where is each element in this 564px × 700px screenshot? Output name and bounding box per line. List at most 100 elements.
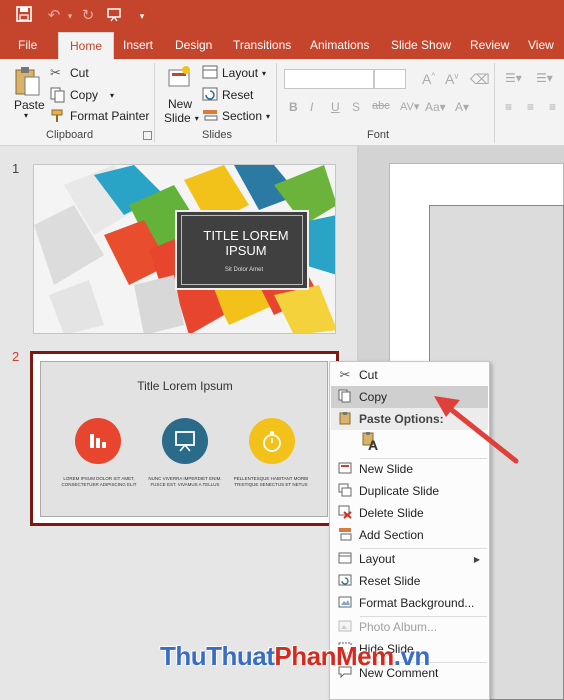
underline-icon[interactable]: U	[331, 100, 340, 114]
copy-dropdown-icon[interactable]: ▾	[110, 91, 114, 100]
title-bar: ↶ ▾ ↻ ▾	[0, 0, 564, 32]
menu-item-format-background[interactable]: Format Background...	[331, 592, 488, 614]
section-button[interactable]: Section ▾	[202, 108, 270, 124]
copy-button[interactable]: Copy ▾	[50, 87, 114, 103]
section-icon	[202, 108, 218, 124]
align-center-icon[interactable]: ≡	[527, 100, 534, 114]
slide-2-caption-1: LOREM IPSUM DOLOR SIT AMET, CONSECTETUER…	[61, 476, 137, 487]
tab-file[interactable]: File	[12, 32, 43, 59]
reset-button[interactable]: Reset	[202, 87, 253, 103]
menu-item-label: Format Background...	[359, 596, 475, 610]
character-spacing-icon[interactable]: AV▾	[400, 100, 419, 113]
menu-item-label: Duplicate Slide	[359, 484, 440, 498]
slide-1-title-box: TITLE LOREM IPSUM Sit Dolor Amet	[175, 210, 309, 290]
cut-label: Cut	[70, 66, 89, 80]
tab-insert[interactable]: Insert	[117, 32, 159, 59]
menu-item-delete-slide[interactable]: Delete Slide	[331, 502, 488, 524]
paste-keep-text-only-icon[interactable]: A	[362, 432, 382, 454]
scissors-icon: ✂	[339, 367, 351, 382]
scissors-icon: ✂	[50, 65, 61, 80]
decrease-font-icon[interactable]: Av	[445, 71, 458, 87]
save-icon[interactable]	[14, 6, 34, 26]
slide-thumbnail-1[interactable]: TITLE LOREM IPSUM Sit Dolor Amet	[33, 164, 336, 334]
new-slide-button[interactable]: Slide ▾	[164, 111, 199, 125]
clear-formatting-icon[interactable]: ⌫	[470, 71, 490, 88]
bold-icon[interactable]: B	[289, 100, 298, 114]
align-right-icon[interactable]: ≡	[549, 100, 556, 114]
ribbon-separator	[276, 63, 277, 143]
new-slide-label-1[interactable]: New	[168, 97, 192, 111]
menu-item-photo-album: Photo Album...	[331, 616, 488, 638]
new-slide-icon	[331, 462, 359, 477]
increase-font-icon[interactable]: A^	[422, 71, 435, 87]
layout-button[interactable]: Layout ▾	[202, 65, 266, 81]
presentation-board-icon	[162, 418, 208, 464]
menu-item-duplicate-slide[interactable]: Duplicate Slide	[331, 480, 488, 502]
undo-dropdown-icon[interactable]: ▾	[60, 6, 80, 26]
tab-review[interactable]: Review	[464, 32, 515, 59]
paste-icon[interactable]	[14, 65, 42, 101]
menu-item-label: Cut	[359, 368, 378, 382]
menu-item-add-section[interactable]: Add Section	[331, 524, 488, 546]
format-painter-label: Format Painter	[70, 109, 150, 123]
new-slide-icon[interactable]	[166, 65, 192, 94]
tab-view[interactable]: View	[522, 32, 560, 59]
slide-2-caption-2: NUNC VIVERRA IMPERDIET ENIM. FUSCE EST. …	[148, 476, 222, 487]
slide-2-title: Title Lorem Ipsum	[137, 379, 233, 393]
strikethrough-icon[interactable]: abc	[372, 100, 390, 112]
tab-home[interactable]: Home	[58, 32, 115, 59]
watermark-part-2: PhanMem	[274, 641, 394, 671]
layout-icon	[331, 552, 359, 567]
layout-dropdown-icon: ▾	[262, 68, 267, 78]
reset-label: Reset	[222, 88, 254, 102]
change-case-icon[interactable]: Aa▾	[425, 100, 446, 114]
add-section-icon	[331, 527, 359, 544]
bullets-icon[interactable]: ☰▾	[505, 71, 522, 85]
tab-transitions[interactable]: Transitions	[227, 32, 297, 59]
font-size-select[interactable]	[374, 69, 406, 89]
menu-item-reset-slide[interactable]: Reset Slide	[331, 570, 488, 592]
tab-design[interactable]: Design	[169, 32, 218, 59]
align-left-icon[interactable]: ≡	[505, 100, 512, 114]
clipboard-launcher-icon[interactable]	[143, 131, 152, 140]
font-name-select[interactable]	[284, 69, 374, 89]
slide-thumbnail-2[interactable]: Title Lorem Ipsum LOREM IPSUM DOLOR SIT …	[40, 361, 328, 517]
menu-item-layout[interactable]: Layout ▶	[331, 548, 488, 570]
italic-icon[interactable]: I	[310, 100, 313, 114]
customize-toolbar-icon[interactable]: ▾	[132, 6, 152, 26]
clipboard-group-label: Clipboard	[46, 129, 94, 141]
reset-icon	[202, 87, 218, 103]
ribbon-tabs: File Home Insert Design Transitions Anim…	[0, 32, 564, 59]
slides-group-label: Slides	[202, 129, 232, 141]
duplicate-slide-icon	[331, 483, 359, 500]
redo-icon[interactable]: ↻	[78, 6, 98, 26]
layout-icon	[202, 65, 218, 81]
submenu-arrow-icon: ▶	[473, 554, 480, 564]
section-label: Section	[222, 109, 263, 123]
menu-item-label: Delete Slide	[359, 506, 424, 520]
copy-icon	[331, 389, 359, 406]
paste-dropdown-icon[interactable]: ▾	[24, 111, 28, 120]
format-painter-button[interactable]: Format Painter	[50, 108, 149, 124]
ribbon: Paste ▾ ✂ Cut Copy ▾ Format Painter Clip…	[0, 59, 564, 146]
copy-icon	[50, 87, 66, 103]
font-color-icon[interactable]: A▾	[455, 100, 469, 114]
slide-2-caption-3: PELLENTESQUE HABITANT MORBI TRISTIQUE SE…	[233, 476, 309, 487]
menu-item-cut[interactable]: ✂ Cut	[331, 364, 488, 386]
tab-animations[interactable]: Animations	[304, 32, 375, 59]
start-slideshow-icon[interactable]	[104, 6, 124, 26]
slide-1-title: TITLE LOREM IPSUM	[203, 228, 289, 258]
menu-item-label: Reset Slide	[359, 574, 421, 588]
new-slide-dropdown-icon: ▾	[194, 113, 199, 123]
slide-number: 1	[12, 161, 20, 176]
menu-item-label: Add Section	[359, 528, 424, 542]
watermark-logo: ThuThuatPhanMem.vn	[160, 641, 430, 672]
watermark-part-1: ThuThuat	[160, 641, 275, 671]
watermark-part-3: .vn	[393, 641, 431, 671]
paste-button[interactable]: Paste	[14, 98, 45, 112]
shadow-icon[interactable]: S	[352, 100, 360, 114]
tab-slide-show[interactable]: Slide Show	[385, 32, 457, 59]
cut-button[interactable]: ✂ Cut	[50, 65, 89, 81]
new-slide-label-2: Slide	[164, 111, 191, 125]
numbering-icon[interactable]: ☰▾	[536, 71, 553, 85]
